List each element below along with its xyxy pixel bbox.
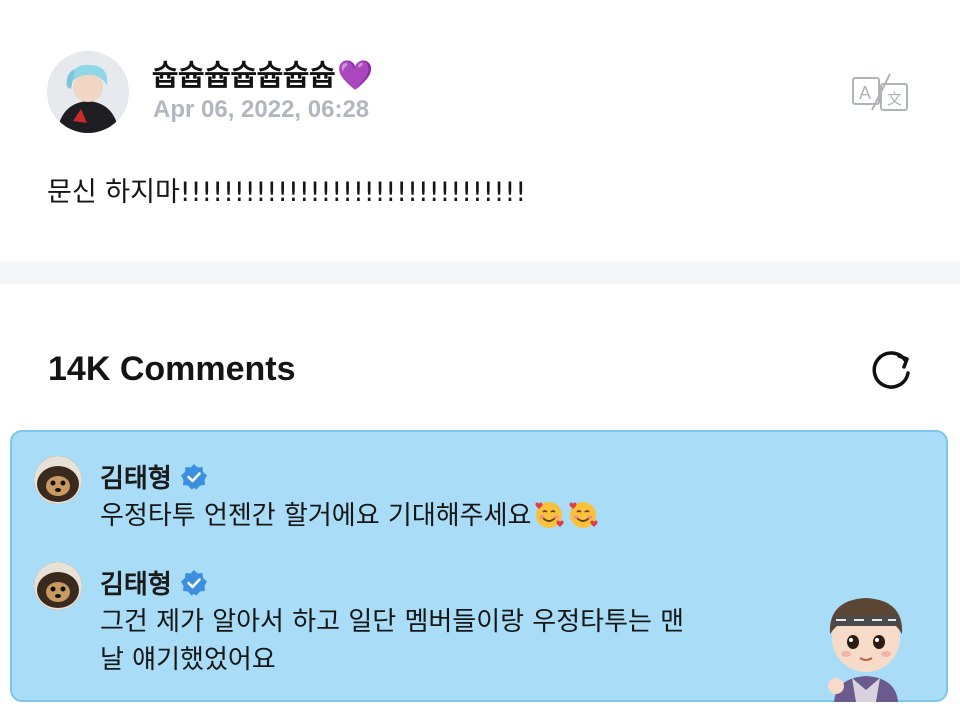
comment-text-line: 날 얘기했었어요 — [100, 645, 276, 675]
comment-author[interactable]: 김태형 — [100, 458, 208, 495]
refresh-button[interactable] — [866, 346, 916, 392]
purple-heart-emoji: 💜 — [337, 58, 373, 92]
comments-count-title: 14K Comments — [48, 350, 296, 388]
svg-text:文: 文 — [887, 90, 902, 108]
comment-author-label: 김태형 — [100, 464, 172, 494]
comment-text: 우정타투 언젠간 할거에요 기대해주세요 — [100, 497, 599, 535]
section-divider — [0, 262, 960, 284]
post-card: 슙슙슙슙슙슙슙💜 Apr 06, 2022, 06:28 A 文 문신 하지마!… — [0, 0, 960, 262]
svg-text:A: A — [859, 83, 871, 103]
comment-text: 그건 제가 알아서 하고 일단 멤버들이랑 우정타투는 맨 날 얘기했었어요 — [100, 603, 684, 679]
post-author-label: 슙슙슙슙슙슙슙 — [152, 58, 336, 92]
comment-author-label: 김태형 — [100, 570, 172, 600]
author-avatar[interactable] — [47, 51, 129, 133]
verified-badge-icon — [180, 569, 207, 595]
character-sticker — [806, 582, 926, 702]
smiling-face-with-hearts-icon — [569, 502, 598, 528]
translate-button[interactable]: A 文 — [850, 72, 912, 114]
post-author-name[interactable]: 슙슙슙슙슙슙슙💜 — [152, 52, 373, 94]
comment-text-line: 그건 제가 알아서 하고 일단 멤버들이랑 우정타투는 맨 — [100, 607, 685, 637]
post-timestamp: Apr 06, 2022, 06:28 — [153, 96, 370, 123]
post-body-text: 문신 하지마!!!!!!!!!!!!!!!!!!!!!!!!!!!!!!!! — [47, 177, 527, 208]
refresh-icon — [872, 351, 910, 389]
verified-badge-icon — [180, 463, 207, 489]
comment-text-line: 우정타투 언젠간 할거에요 기대해주세요 — [100, 501, 532, 531]
commenter-avatar[interactable] — [34, 456, 82, 504]
smiling-face-with-hearts-icon — [535, 502, 564, 528]
commenter-avatar[interactable] — [34, 562, 82, 610]
comment-author[interactable]: 김태형 — [100, 564, 208, 601]
translate-icon: A 文 — [852, 73, 908, 111]
